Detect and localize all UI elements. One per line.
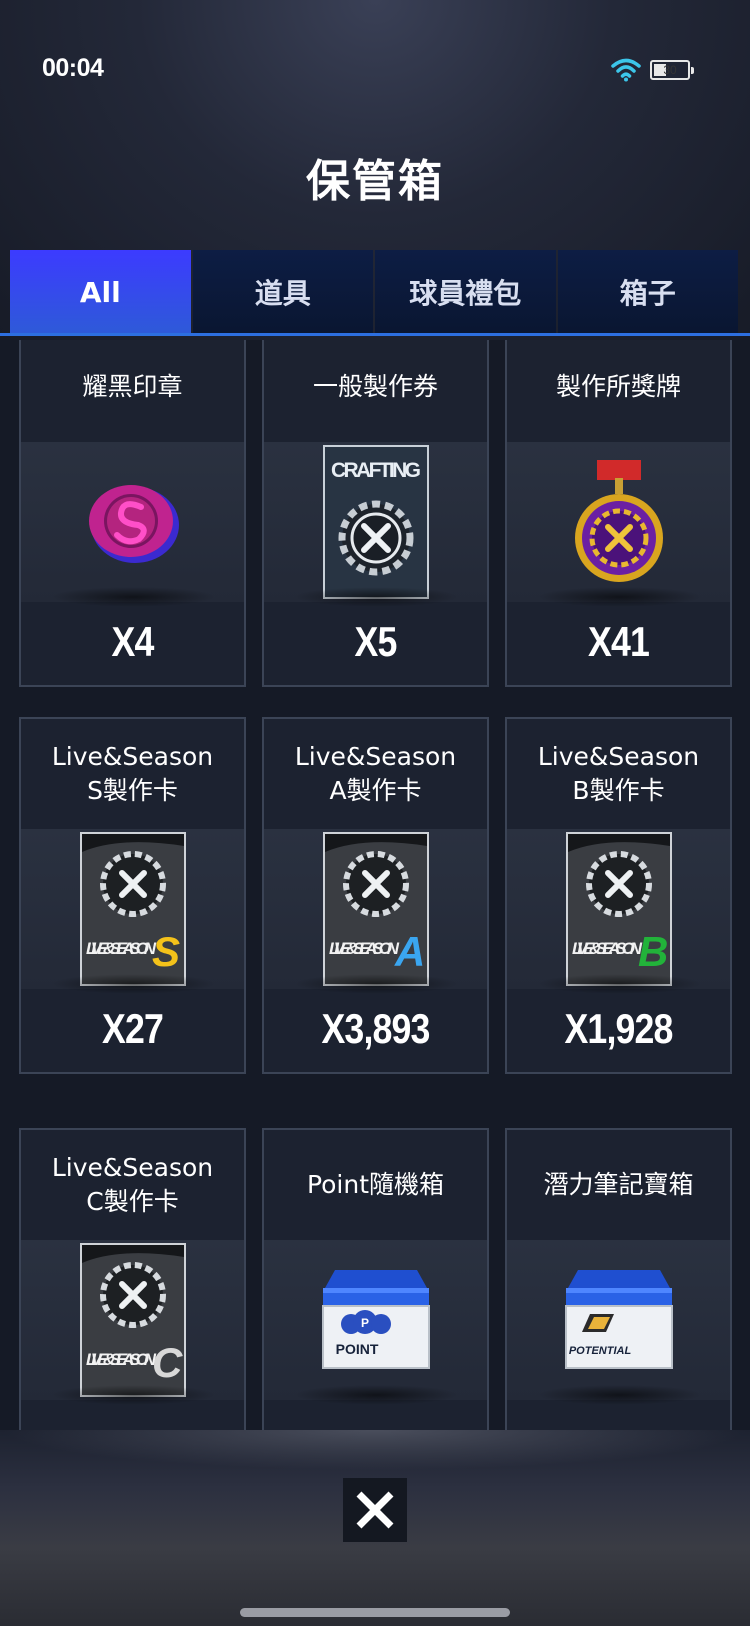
item-grid: 耀黑印章 X4 一般製作券 CRAFTING X5 製作所獎牌 X41 Live… <box>19 340 733 1430</box>
item-count: X3,893 <box>321 1005 430 1052</box>
svg-text:A: A <box>394 928 425 975</box>
item-name: 潛力筆記寶箱 <box>543 1170 694 1199</box>
item-card-dark-seal[interactable]: 耀黑印章 X4 <box>19 340 246 687</box>
item-count: X27 <box>102 1005 164 1052</box>
svg-text:POINT: POINT <box>335 1341 378 1357</box>
tab-player-packs[interactable]: 球員禮包 <box>375 250 556 334</box>
svg-text:B: B <box>638 928 668 975</box>
svg-text:LIVE & SEASON: LIVE & SEASON <box>329 939 400 958</box>
item-card-live-season-a[interactable]: Live&Season A製作卡 LIVE & SEASON A X3,893 <box>262 717 489 1074</box>
battery-icon: 30 <box>650 60 694 80</box>
item-card-live-season-c[interactable]: Live&Season C製作卡 LIVE & SEASON C <box>19 1128 246 1430</box>
live-season-card-icon: LIVE & SEASON C <box>79 1243 186 1397</box>
svg-text:C: C <box>152 1339 183 1386</box>
item-name: Live&Season B製作卡 <box>537 742 700 805</box>
item-name: 製作所獎牌 <box>555 372 681 401</box>
svg-text:S: S <box>152 928 180 975</box>
item-card-point-box[interactable]: Point隨機箱 P POINT <box>262 1128 489 1430</box>
point-box-icon: P POINT <box>321 1270 430 1369</box>
item-name: 一般製作券 <box>312 372 438 401</box>
item-card-live-season-s[interactable]: Live&Season S製作卡 LIVE & SEASON S X27 <box>19 717 246 1074</box>
tab-boxes[interactable]: 箱子 <box>557 250 738 334</box>
svg-text:CRAFTING: CRAFTING <box>331 459 421 482</box>
tab-bar: All 道具 球員禮包 箱子 <box>10 250 738 334</box>
item-name: Live&Season A製作卡 <box>294 742 457 805</box>
home-indicator[interactable] <box>240 1608 510 1617</box>
live-season-card-icon: LIVE & SEASON B <box>565 832 672 986</box>
item-count: X4 <box>111 618 155 665</box>
live-season-card-icon: LIVE & SEASON S <box>79 832 186 986</box>
svg-text:LIVE & SEASON: LIVE & SEASON <box>572 939 643 958</box>
close-icon <box>356 1491 394 1529</box>
item-card-live-season-b[interactable]: Live&Season B製作卡 LIVE & SEASON B X1,928 <box>505 717 732 1074</box>
tab-all[interactable]: All <box>10 250 191 334</box>
item-card-workshop-medal[interactable]: 製作所獎牌 X41 <box>505 340 732 687</box>
page-title: 保管箱 <box>306 156 444 207</box>
status-bar: 00:04 30 <box>0 0 750 140</box>
crafting-ticket-icon: CRAFTING <box>322 445 429 599</box>
item-count: X1,928 <box>564 1005 673 1052</box>
live-season-card-icon: LIVE & SEASON A <box>322 832 429 986</box>
tab-underline <box>0 333 750 336</box>
item-count: X41 <box>588 618 650 665</box>
item-card-potential-box[interactable]: 潛力筆記寶箱 POTENTIAL <box>505 1128 732 1430</box>
close-button[interactable] <box>343 1478 407 1542</box>
tab-items[interactable]: 道具 <box>192 250 373 334</box>
status-time: 00:04 <box>42 54 104 82</box>
svg-text:POTENTIAL: POTENTIAL <box>568 1345 631 1357</box>
svg-text:LIVE & SEASON: LIVE & SEASON <box>86 939 157 958</box>
item-name: Live&Season C製作卡 <box>51 1153 214 1216</box>
item-name: Point隨機箱 <box>306 1170 445 1199</box>
item-card-crafting-ticket[interactable]: 一般製作券 CRAFTING X5 <box>262 340 489 687</box>
item-name: 耀黑印章 <box>82 372 183 401</box>
wifi-icon <box>611 58 641 82</box>
purple-seal-icon <box>88 485 179 563</box>
item-count: X5 <box>354 618 398 665</box>
gear-medal-icon <box>574 460 663 582</box>
svg-text:P: P <box>360 1316 368 1330</box>
potential-box-icon: POTENTIAL <box>564 1270 673 1369</box>
battery-level: 30 <box>663 63 677 77</box>
svg-text:LIVE & SEASON: LIVE & SEASON <box>86 1350 157 1369</box>
item-name: Live&Season S製作卡 <box>51 742 214 805</box>
